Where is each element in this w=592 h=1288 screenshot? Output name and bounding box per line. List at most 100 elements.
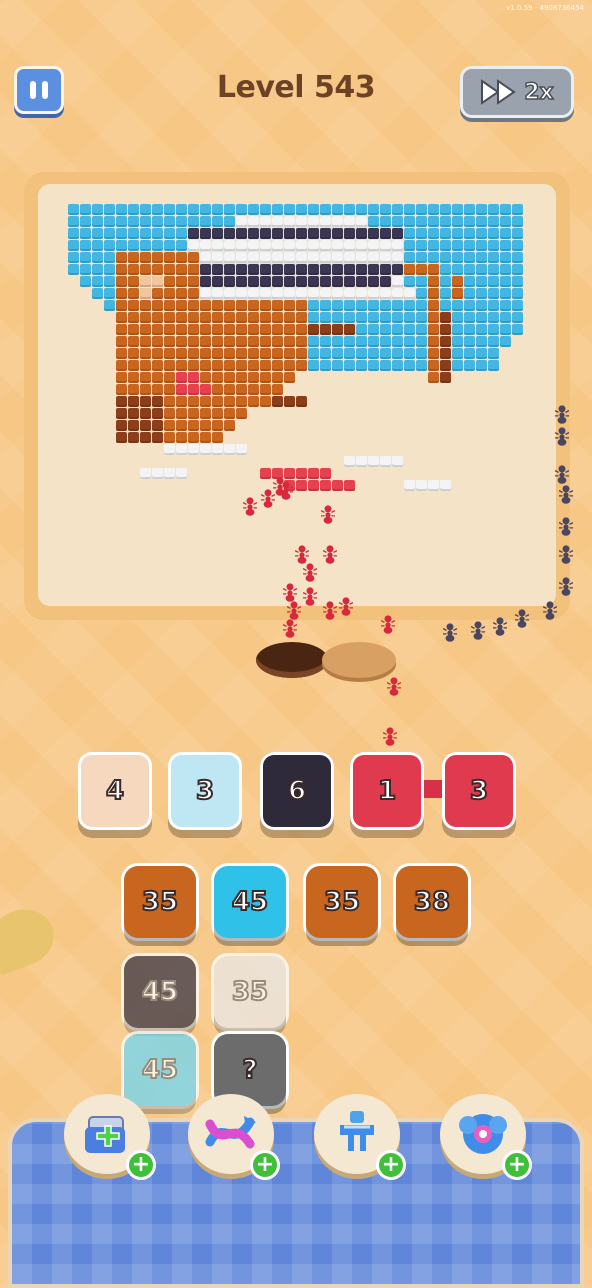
- pixel-block: [200, 264, 211, 275]
- stack-tile[interactable]: 35: [124, 866, 196, 938]
- pixel-block: [116, 312, 127, 323]
- pixel-block: [308, 348, 319, 359]
- pixel-block: [200, 372, 211, 383]
- pixel-block: [320, 468, 331, 479]
- pixel-block: [440, 360, 451, 371]
- pixel-block: [380, 204, 391, 215]
- pixel-block: [188, 444, 199, 455]
- pixel-block: [368, 360, 379, 371]
- pixel-block: [152, 276, 163, 287]
- pixel-block: [260, 228, 271, 239]
- pixel-block: [188, 420, 199, 431]
- pixel-block: [368, 216, 379, 227]
- queue-tile[interactable]: 3: [442, 752, 516, 830]
- pixel-block: [440, 240, 451, 251]
- pixel-block: [404, 324, 415, 335]
- pixel-block: [296, 324, 307, 335]
- pixel-block: [236, 228, 247, 239]
- pixel-block: [320, 336, 331, 347]
- pixel-block: [188, 372, 199, 383]
- add-booster-icon[interactable]: +: [376, 1150, 406, 1180]
- pixel-block: [236, 348, 247, 359]
- pixel-block: [200, 408, 211, 419]
- pixel-block: [140, 204, 151, 215]
- pixel-block: [248, 312, 259, 323]
- booster-magnet[interactable]: +: [314, 1094, 406, 1180]
- pixel-block: [188, 348, 199, 359]
- pixel-block: [272, 312, 283, 323]
- ant: [555, 427, 569, 446]
- pixel-block: [200, 204, 211, 215]
- add-booster-icon[interactable]: +: [126, 1150, 156, 1180]
- pixel-block: [320, 264, 331, 275]
- stack-tile[interactable]: 38: [396, 866, 468, 938]
- pixel-block: [224, 264, 235, 275]
- pixel-block: [476, 240, 487, 251]
- pixel-block: [308, 312, 319, 323]
- pixel-block: [212, 204, 223, 215]
- pixel-block: [284, 348, 295, 359]
- stack-tile[interactable]: 45: [214, 866, 286, 938]
- pixel-block: [224, 372, 235, 383]
- pixel-block: [248, 264, 259, 275]
- pixel-block: [344, 348, 355, 359]
- pixel-block: [176, 228, 187, 239]
- pixel-block: [392, 204, 403, 215]
- stack-count: 45: [231, 886, 269, 918]
- pixel-block: [284, 216, 295, 227]
- booster-vacuum[interactable]: +: [440, 1094, 532, 1180]
- pixel-block: [260, 264, 271, 275]
- pixel-block: [176, 348, 187, 359]
- pixel-block: [500, 216, 511, 227]
- stack-count: 45: [141, 976, 179, 1008]
- pixel-block: [188, 216, 199, 227]
- pixel-block: [224, 420, 235, 431]
- pixel-block: [248, 348, 259, 359]
- pixel-block: [188, 432, 199, 443]
- pixel-block: [128, 432, 139, 443]
- pixel-block: [368, 324, 379, 335]
- add-booster-icon[interactable]: +: [250, 1150, 280, 1180]
- pixel-block: [320, 312, 331, 323]
- pixel-block: [260, 372, 271, 383]
- pixel-block: [92, 288, 103, 299]
- pixel-block: [380, 264, 391, 275]
- pixel-block: [176, 312, 187, 323]
- pixel-block: [272, 204, 283, 215]
- speed-toggle-button[interactable]: 2x: [460, 66, 574, 118]
- pixel-block: [224, 240, 235, 251]
- pixel-block: [392, 276, 403, 287]
- pixel-block: [104, 240, 115, 251]
- queue-tile[interactable]: 4: [78, 752, 152, 830]
- pixel-block: [404, 360, 415, 371]
- pixel-block: [308, 276, 319, 287]
- booster-add-slot[interactable]: +: [64, 1094, 156, 1180]
- pixel-block: [476, 216, 487, 227]
- pixel-block: [416, 276, 427, 287]
- pixel-block: [392, 288, 403, 299]
- pixel-block: [272, 264, 283, 275]
- add-slot-icon: [85, 1116, 125, 1153]
- pixel-block: [116, 372, 127, 383]
- pixel-block: [116, 324, 127, 335]
- pixel-block: [284, 288, 295, 299]
- queue-tile[interactable]: 1: [350, 752, 424, 830]
- pixel-block: [152, 384, 163, 395]
- booster-shuffle[interactable]: +: [188, 1094, 280, 1180]
- pixel-block: [188, 312, 199, 323]
- pixel-block: [368, 300, 379, 311]
- add-booster-icon[interactable]: +: [502, 1150, 532, 1180]
- pixel-block: [476, 252, 487, 263]
- pixel-block: [380, 312, 391, 323]
- pixel-block: [344, 312, 355, 323]
- pixel-block: [224, 360, 235, 371]
- pixel-block: [272, 240, 283, 251]
- pixel-block: [380, 240, 391, 251]
- fast-forward-icon: [481, 79, 517, 105]
- stack-tile[interactable]: 35: [306, 866, 378, 938]
- pixel-block: [104, 252, 115, 263]
- queue-tile[interactable]: 3: [168, 752, 242, 830]
- queue-tile[interactable]: 6: [260, 752, 334, 830]
- pixel-block: [224, 336, 235, 347]
- pixel-block: [164, 216, 175, 227]
